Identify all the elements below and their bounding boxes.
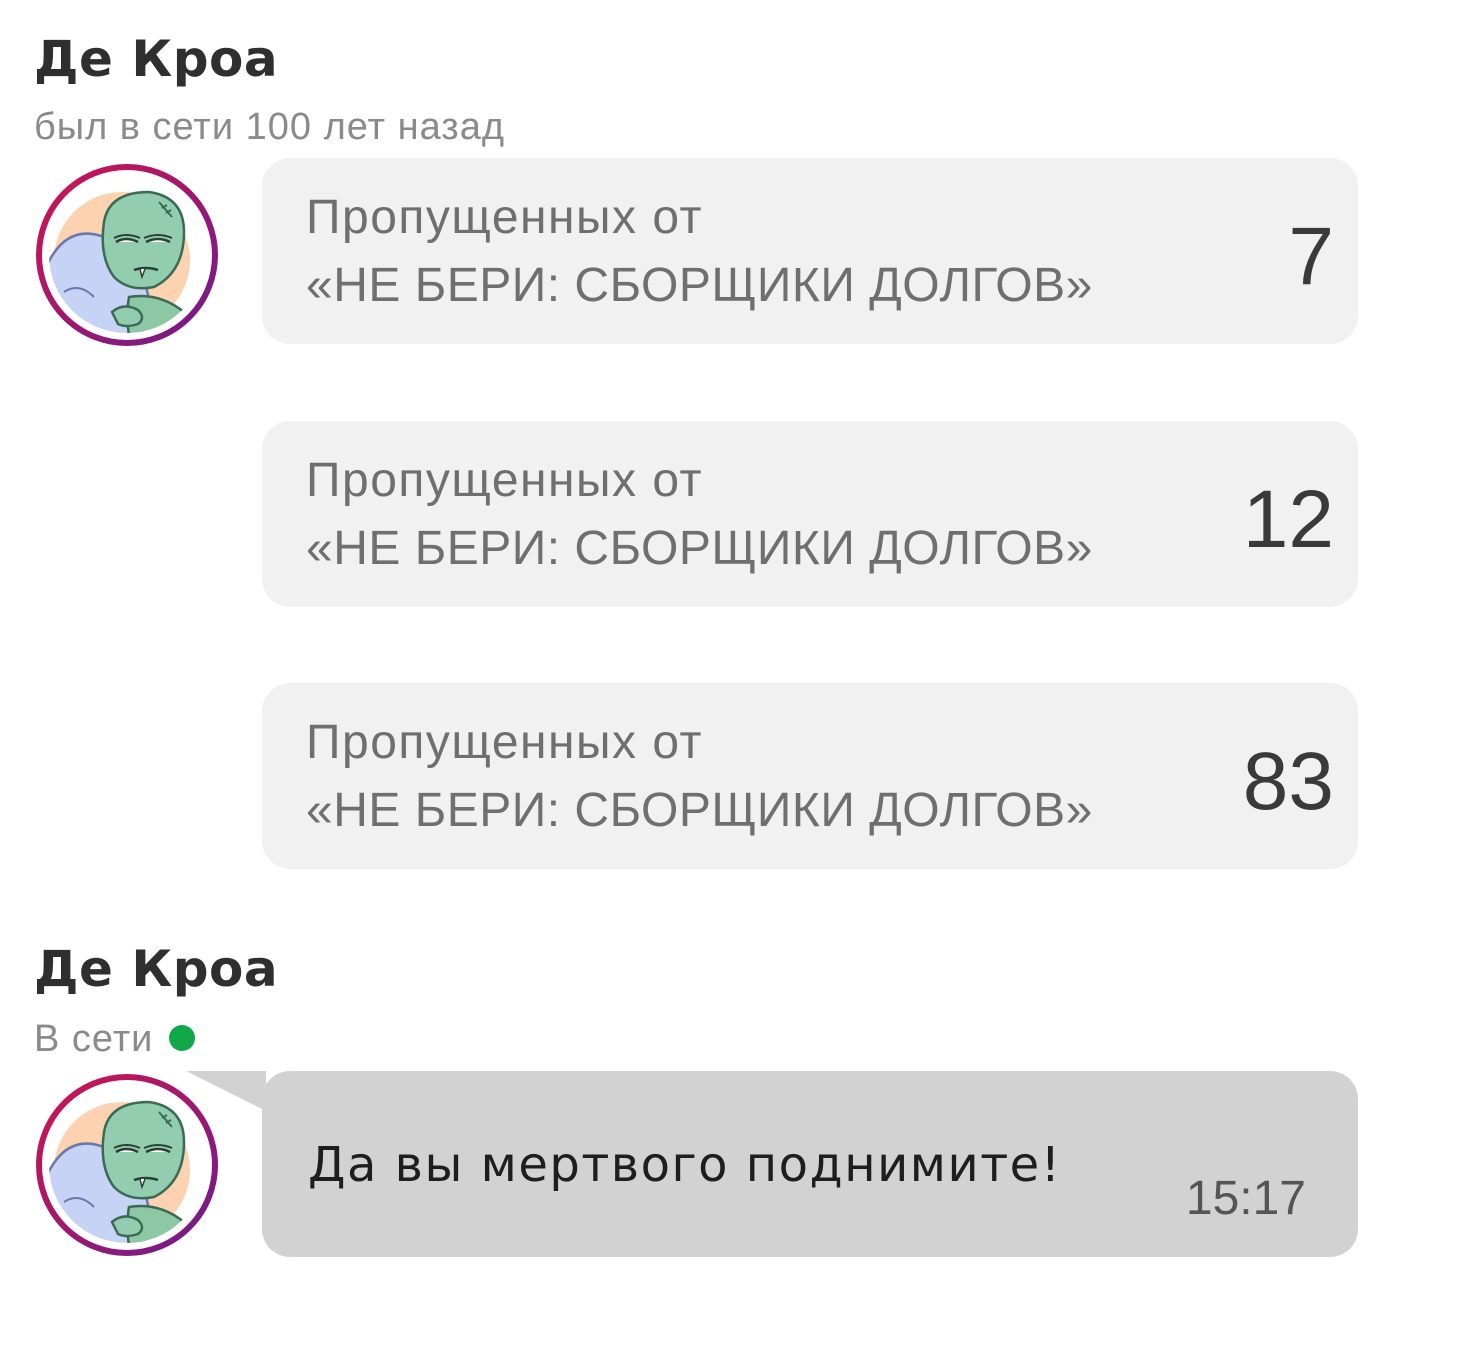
contact-online-status: В сети xyxy=(34,1018,196,1060)
missed-calls-source: «НЕ БЕРИ: СБОРЩИКИ ДОЛГОВ» xyxy=(306,784,1093,837)
incoming-message-bubble[interactable]: Да вы мертвого поднимите! 15:17 xyxy=(262,1071,1358,1257)
missed-calls-source: «НЕ БЕРИ: СБОРЩИКИ ДОЛГОВ» xyxy=(306,522,1093,575)
contact-avatar[interactable] xyxy=(34,162,220,348)
message-text: Да вы мертвого поднимите! xyxy=(308,1137,1062,1193)
online-indicator-icon xyxy=(169,1024,196,1051)
missed-calls-label: Пропущенных от xyxy=(306,191,704,244)
missed-calls-source: «НЕ БЕРИ: СБОРЩИКИ ДОЛГОВ» xyxy=(306,259,1093,312)
missed-calls-card[interactable]: Пропущенных от «НЕ БЕРИ: СБОРЩИКИ ДОЛГОВ… xyxy=(262,158,1358,344)
missed-calls-count: 7 xyxy=(1288,211,1334,302)
contact-name: Де Кроа xyxy=(34,940,279,998)
contact-last-seen-status: был в сети 100 лет назад xyxy=(34,106,506,148)
message-bubble-tail xyxy=(186,1071,266,1111)
missed-calls-label: Пропущенных от xyxy=(306,716,704,769)
missed-calls-count: 12 xyxy=(1242,474,1334,565)
online-status-label: В сети xyxy=(34,1018,154,1060)
contact-name: Де Кроа xyxy=(34,30,279,88)
missed-calls-card[interactable]: Пропущенных от «НЕ БЕРИ: СБОРЩИКИ ДОЛГОВ… xyxy=(262,421,1358,607)
message-timestamp: 15:17 xyxy=(1185,1172,1306,1225)
sleepy-zombie-avatar-icon xyxy=(34,162,220,348)
missed-calls-card[interactable]: Пропущенных от «НЕ БЕРИ: СБОРЩИКИ ДОЛГОВ… xyxy=(262,683,1358,869)
missed-calls-count: 83 xyxy=(1242,736,1334,827)
missed-calls-label: Пропущенных от xyxy=(306,454,704,507)
